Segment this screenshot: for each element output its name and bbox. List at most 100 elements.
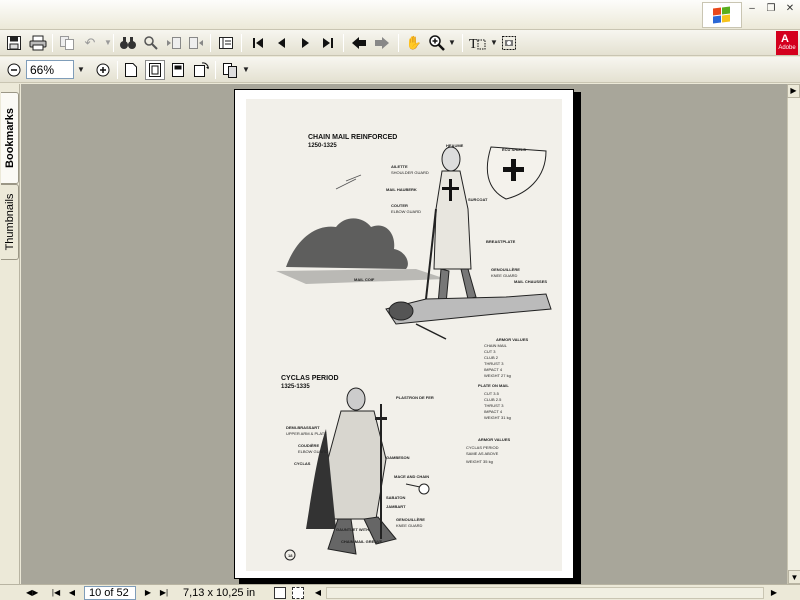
tab-bookmarks[interactable]: Bookmarks bbox=[1, 92, 19, 184]
chevron-down-icon[interactable]: ▼ bbox=[446, 33, 458, 53]
page-layout-icon[interactable] bbox=[220, 60, 240, 80]
label-sabaton: SABATON bbox=[386, 495, 406, 500]
armor-values-1-line: CUT 3 bbox=[484, 349, 496, 354]
armor-values-3-line: SAME AS ABOVE bbox=[466, 451, 499, 456]
previous-page-icon[interactable]: ◀ bbox=[66, 586, 78, 600]
last-page-icon[interactable] bbox=[318, 33, 338, 53]
page-number-field[interactable]: 10 of 52 bbox=[84, 586, 136, 600]
zoom-dropdown-chevron-icon[interactable]: ▼ bbox=[74, 60, 88, 80]
previous-view-icon[interactable] bbox=[164, 33, 184, 53]
rotate-view-icon[interactable] bbox=[191, 60, 211, 80]
armor-values-1-title: ARMOR VALUES bbox=[496, 337, 529, 342]
horizontal-scrollbar[interactable] bbox=[326, 587, 764, 599]
text-select-icon[interactable]: T bbox=[468, 33, 488, 53]
armor-values-1-line: IMPACT 4 bbox=[484, 367, 503, 372]
search-icon[interactable] bbox=[141, 33, 161, 53]
fit-width-icon[interactable] bbox=[168, 60, 188, 80]
armor-values-2-line: IMPACT 4 bbox=[484, 409, 503, 414]
label-knee-guard-2: KNEE GUARD bbox=[396, 523, 423, 528]
armor-values-3-line: WEIGHT 35 kg bbox=[466, 459, 493, 464]
vertical-scrollbar[interactable]: ▲ ▼ bbox=[787, 84, 800, 584]
label-surcoat: SURCOAT bbox=[468, 197, 488, 202]
label-elbow-guard-2: ELBOW GUARD bbox=[298, 449, 329, 454]
find-icon[interactable] bbox=[118, 33, 138, 53]
section2-years: 1325-1335 bbox=[281, 384, 310, 390]
tab-thumbnails[interactable]: Thumbnails bbox=[1, 184, 19, 260]
windows-logo-icon bbox=[702, 2, 742, 28]
copy-icon[interactable] bbox=[57, 33, 77, 53]
label-plastron: PLASTRON DE FER bbox=[396, 395, 434, 400]
minimize-icon[interactable]: – bbox=[744, 3, 760, 15]
status-bar: ◀▶ |◀ ◀ 10 of 52 ▶ ▶| 7,13 x 10,25 in ◀ … bbox=[0, 584, 800, 600]
save-icon[interactable] bbox=[4, 33, 24, 53]
zoom-in-icon[interactable] bbox=[427, 33, 447, 53]
chevron-down-icon[interactable]: ▼ bbox=[240, 60, 252, 80]
page-number: 18 bbox=[288, 553, 293, 558]
armor-values-2-line: THRUST 3 bbox=[484, 403, 504, 408]
undo-icon[interactable]: ↶ bbox=[80, 33, 100, 53]
zoom-input[interactable] bbox=[26, 60, 74, 79]
scroll-left-icon[interactable]: ◀ bbox=[312, 586, 324, 600]
label-gambeson: GAMBESON bbox=[386, 455, 410, 460]
label-jambart: JAMBART bbox=[386, 504, 406, 509]
navigation-panel-tabs: Bookmarks Thumbnails bbox=[0, 84, 20, 584]
adobe-logo-icon: A Adobe bbox=[776, 31, 798, 55]
chevron-down-icon[interactable]: ▼ bbox=[98, 33, 118, 53]
document-pane[interactable]: CHAIN MAIL REINFORCED 1250-1325 HEAUME A… bbox=[21, 84, 787, 584]
zoom-in-circle-icon[interactable] bbox=[93, 60, 113, 80]
pdf-page[interactable]: CHAIN MAIL REINFORCED 1250-1325 HEAUME A… bbox=[234, 89, 574, 579]
next-page-icon[interactable]: ▶ bbox=[142, 586, 154, 600]
expand-panel-icon[interactable]: ▶ bbox=[787, 84, 800, 98]
single-page-layout-icon[interactable] bbox=[274, 587, 286, 599]
label-elbow-guard-1: ELBOW GUARD bbox=[391, 209, 422, 214]
page-size-label: 7,13 x 10,25 in bbox=[183, 587, 256, 599]
main-toolbar: ↶ ▼ ✋ ▼ T ▼ AAdobe bbox=[0, 30, 800, 56]
label-couter: COUTER bbox=[391, 203, 408, 208]
scroll-down-icon[interactable]: ▼ bbox=[788, 570, 800, 584]
armor-values-2-title: PLATE ON MAIL bbox=[478, 383, 509, 388]
label-shoulder-guard: SHOULDER GUARD bbox=[391, 170, 429, 175]
print-icon[interactable] bbox=[28, 33, 48, 53]
tab-thumbnails-label: Thumbnails bbox=[3, 193, 16, 251]
previous-page-icon[interactable] bbox=[272, 33, 292, 53]
section1-years: 1250-1325 bbox=[308, 143, 337, 149]
label-ailette: AILETTE bbox=[391, 164, 408, 169]
document-properties-icon[interactable] bbox=[216, 33, 236, 53]
next-view-icon[interactable] bbox=[186, 33, 206, 53]
menu-bar: – ❐ ✕ bbox=[0, 0, 800, 30]
armor-values-1-line: WEIGHT 27 kg bbox=[484, 373, 511, 378]
split-handle-icon[interactable]: ◀▶ bbox=[26, 586, 38, 600]
hand-tool-icon[interactable]: ✋ bbox=[404, 33, 424, 53]
label-ecu-shield: ÉCU SHIELD bbox=[502, 147, 527, 152]
actual-size-icon[interactable] bbox=[121, 60, 141, 80]
first-page-icon[interactable]: |◀ bbox=[50, 586, 62, 600]
label-mail-coif: MAIL COIF bbox=[354, 277, 375, 282]
armor-values-3-line: CYCLAS PERIOD bbox=[466, 445, 499, 450]
label-mace: MACE AND CHAIN bbox=[394, 474, 430, 479]
go-back-icon[interactable] bbox=[349, 33, 369, 53]
snapshot-icon[interactable] bbox=[499, 33, 519, 53]
label-mail-hauberk: MAIL HAUBERK bbox=[386, 187, 417, 192]
go-forward-icon[interactable] bbox=[372, 33, 392, 53]
first-page-icon[interactable] bbox=[248, 33, 268, 53]
label-gauntlet: GAUNTLET WITH bbox=[336, 527, 370, 532]
restore-icon[interactable]: ❐ bbox=[763, 3, 779, 15]
fit-page-icon[interactable] bbox=[145, 60, 165, 80]
scroll-right-icon[interactable]: ▶ bbox=[768, 586, 780, 600]
continuous-layout-icon[interactable] bbox=[292, 587, 304, 599]
section2-title: CYCLAS PERIOD bbox=[281, 375, 339, 382]
next-page-icon[interactable] bbox=[295, 33, 315, 53]
armor-values-2-line: CUT 3.5 bbox=[484, 391, 499, 396]
armor-values-1-line: THRUST 3 bbox=[484, 361, 504, 366]
label-heaume: HEAUME bbox=[446, 143, 464, 148]
label-demi-brassart: DEMI-BRASSART bbox=[286, 425, 320, 430]
zoom-out-icon[interactable] bbox=[4, 60, 24, 80]
label-upper-arm: UPPER ARM & PLATE bbox=[286, 431, 327, 436]
zoom-toolbar: ▼ ▼ bbox=[0, 57, 800, 83]
armor-values-2-line: WEIGHT 31 kg bbox=[484, 415, 511, 420]
label-genouillere-2: GENOUILLÈRE bbox=[396, 517, 425, 522]
close-icon[interactable]: ✕ bbox=[782, 3, 798, 15]
section1-title: CHAIN MAIL REINFORCED bbox=[308, 134, 398, 141]
tab-bookmarks-label: Bookmarks bbox=[3, 108, 16, 168]
last-page-icon[interactable]: ▶| bbox=[158, 586, 170, 600]
